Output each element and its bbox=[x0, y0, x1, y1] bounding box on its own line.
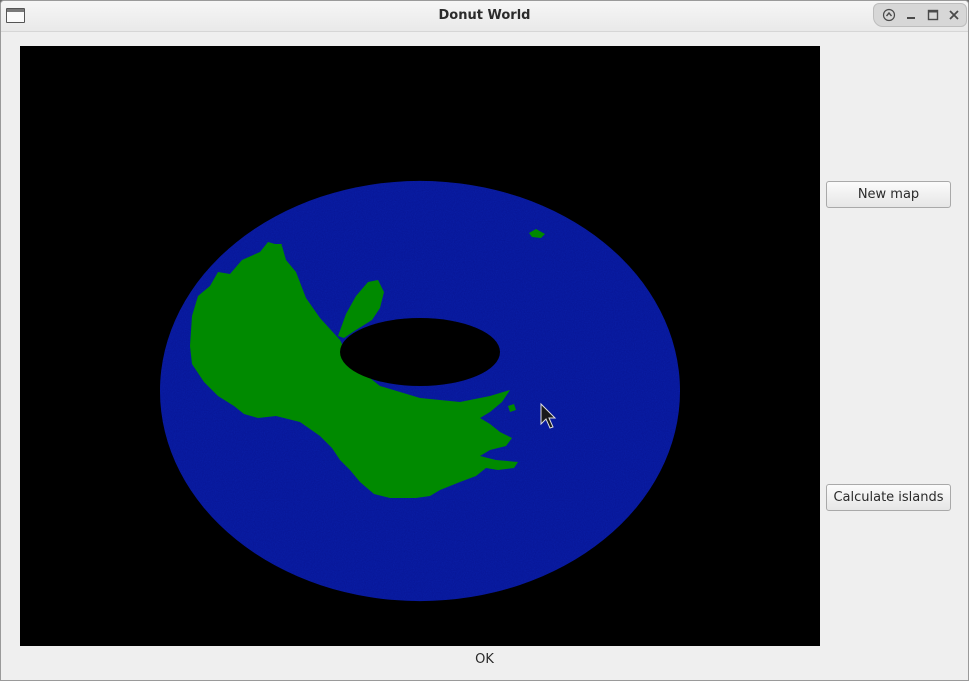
donut-torus-render bbox=[20, 46, 820, 646]
donut-hole bbox=[340, 318, 500, 386]
donut-map-canvas[interactable] bbox=[20, 46, 820, 646]
app-window: Donut World New map Calculate islands OK bbox=[0, 0, 969, 681]
close-icon[interactable] bbox=[947, 8, 961, 22]
maximize-icon[interactable] bbox=[926, 8, 940, 22]
window-controls bbox=[873, 3, 967, 27]
title-bar[interactable]: Donut World bbox=[1, 1, 968, 32]
new-map-button[interactable]: New map bbox=[826, 181, 951, 208]
shade-up-icon[interactable] bbox=[882, 8, 896, 22]
window-title: Donut World bbox=[438, 8, 531, 23]
status-text: OK bbox=[475, 652, 494, 667]
minimize-icon[interactable] bbox=[904, 8, 918, 22]
calculate-islands-button[interactable]: Calculate islands bbox=[826, 484, 951, 511]
